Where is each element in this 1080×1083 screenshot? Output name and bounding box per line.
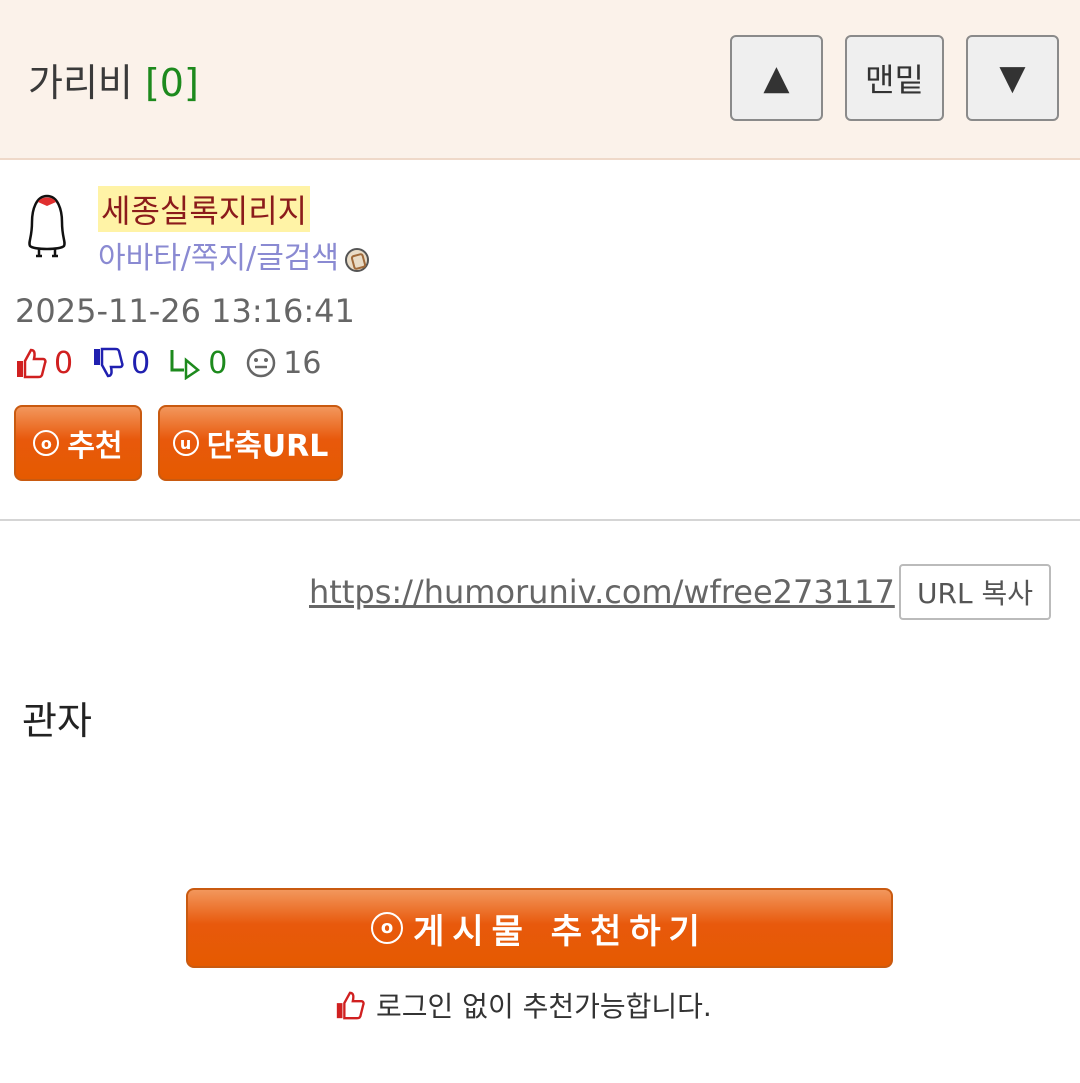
upvote-count: 0 bbox=[54, 345, 74, 381]
thumbs-down-icon bbox=[94, 347, 124, 378]
scroll-bottom-button[interactable]: 맨밑 bbox=[845, 35, 944, 121]
view-count: 16 bbox=[283, 345, 322, 381]
short-url-circle-icon: u bbox=[172, 430, 199, 456]
scroll-up-button[interactable]: ▲ bbox=[730, 35, 823, 121]
recommend-post-label: 게시물 추천하기 bbox=[413, 911, 708, 952]
recommend-note: 로그인 없이 추천가능합니다. bbox=[334, 985, 712, 1025]
reply-stat: 0 bbox=[168, 346, 227, 381]
post-datetime: 2025-11-26 13:16:41 bbox=[15, 292, 355, 330]
copy-url-button[interactable]: URL 복사 bbox=[899, 564, 1051, 620]
post-url-link[interactable]: https://humoruniv.com/wfree273117 bbox=[309, 573, 895, 611]
scroll-down-button[interactable]: ▼ bbox=[966, 35, 1059, 121]
author-nickname[interactable]: 세종실록지리지 bbox=[98, 186, 311, 232]
author-links-text[interactable]: 아바타/쪽지/글검색 bbox=[98, 241, 339, 276]
reply-arrow-icon bbox=[170, 350, 201, 380]
post-stats: 0 0 0 16 bbox=[14, 343, 339, 383]
post-header: 가리비 [0] ▲ 맨밑 ▼ bbox=[0, 0, 1080, 160]
thumbs-up-icon bbox=[17, 348, 47, 379]
smiley-face-icon bbox=[247, 348, 276, 378]
post-title: 가리비 bbox=[28, 61, 133, 105]
reply-count: 0 bbox=[208, 345, 228, 381]
upvote-stat: 0 bbox=[14, 346, 73, 381]
author-links[interactable]: 아바타/쪽지/글검색 bbox=[98, 233, 370, 277]
recommend-button[interactable]: o 추천 bbox=[14, 405, 142, 481]
recommend-post-button[interactable]: o 게시물 추천하기 bbox=[186, 888, 893, 968]
recommend-post-circle-icon: o bbox=[371, 912, 404, 944]
triangle-down-icon: ▼ bbox=[999, 58, 1026, 98]
short-url-label: 단축URL bbox=[206, 429, 329, 464]
view-stat: 16 bbox=[245, 346, 321, 381]
recommend-note-text: 로그인 없이 추천가능합니다. bbox=[376, 990, 712, 1023]
triangle-up-icon: ▲ bbox=[763, 58, 790, 98]
short-url-button[interactable]: u 단축URL bbox=[158, 405, 343, 481]
page-title: 가리비 [0] bbox=[28, 52, 199, 107]
divider bbox=[0, 519, 1080, 521]
post-content: 관자 bbox=[22, 699, 92, 743]
downvote-count: 0 bbox=[131, 345, 151, 381]
downvote-stat: 0 bbox=[91, 346, 150, 381]
thumbs-up-icon bbox=[336, 991, 365, 1020]
level-badge-icon bbox=[345, 248, 370, 272]
penguin-icon[interactable] bbox=[22, 190, 72, 260]
recommend-label: 추천 bbox=[67, 429, 123, 464]
recommend-circle-icon: o bbox=[33, 430, 60, 456]
comment-count[interactable]: [0] bbox=[145, 61, 199, 105]
